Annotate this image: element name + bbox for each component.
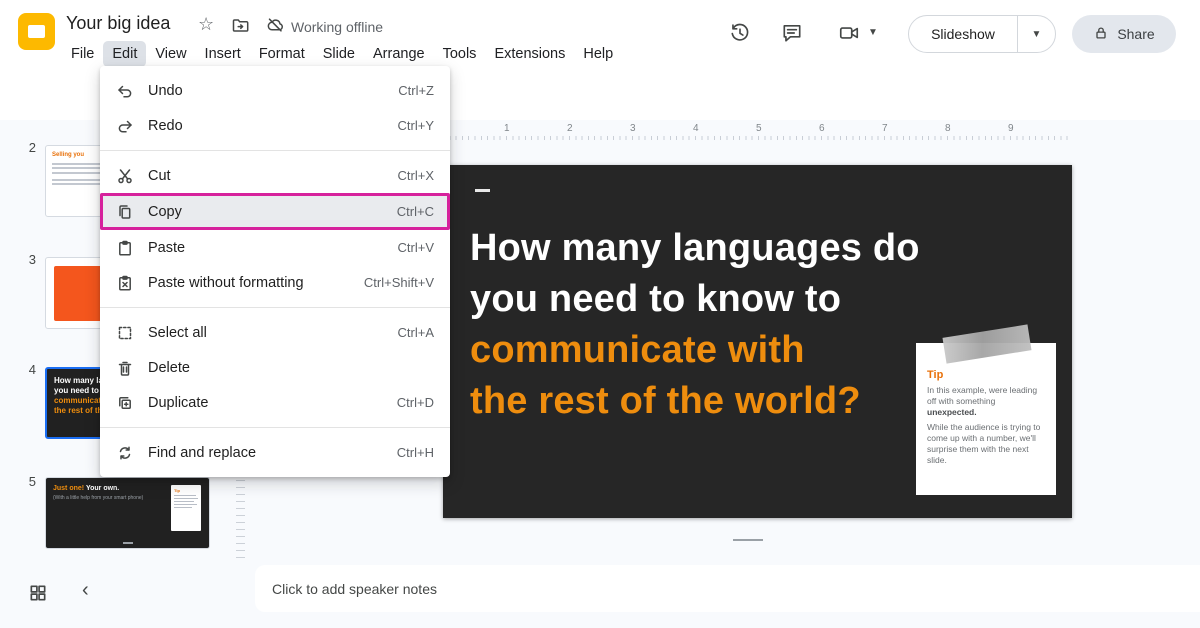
- ruler-number: 3: [630, 123, 636, 134]
- ruler-number: 2: [567, 123, 573, 134]
- ruler-number: 7: [882, 123, 888, 134]
- tip-title: Tip: [927, 369, 1045, 381]
- menu-item-undo[interactable]: Undo Ctrl+Z: [100, 73, 450, 108]
- menu-extensions[interactable]: Extensions: [485, 41, 574, 67]
- menu-format[interactable]: Format: [250, 41, 314, 67]
- menu-view[interactable]: View: [146, 41, 195, 67]
- menu-item-paste-without-formatting[interactable]: Paste without formatting Ctrl+Shift+V: [100, 265, 450, 300]
- ruler-number: 1: [504, 123, 510, 134]
- offline-status[interactable]: Working offline: [266, 16, 383, 37]
- undo-icon: [116, 82, 134, 100]
- slide-number: 2: [20, 140, 36, 155]
- slide-number: 4: [20, 362, 36, 377]
- slide-canvas[interactable]: How many languages do you need to know t…: [443, 165, 1072, 518]
- thumb5-tip-card: Tip: [171, 485, 201, 531]
- offline-label: Working offline: [291, 19, 383, 35]
- ruler-number: 9: [1008, 123, 1014, 134]
- star-icon[interactable]: ☆: [198, 14, 214, 35]
- slide-dash-placeholder: [475, 189, 490, 192]
- horizontal-ruler: 1 2 3 4 5 6 7 8 9: [443, 123, 1072, 140]
- heading-line: How many languages do: [470, 223, 920, 274]
- slide-heading[interactable]: How many languages do you need to know t…: [470, 223, 920, 427]
- menu-item-delete[interactable]: Delete: [100, 350, 450, 385]
- ruler-number: 8: [945, 123, 951, 134]
- paste-without-formatting-icon: [116, 274, 134, 292]
- heading-line: the rest of the world?: [470, 376, 920, 427]
- menu-item-paste[interactable]: Paste Ctrl+V: [100, 230, 450, 265]
- menu-item-duplicate[interactable]: Duplicate Ctrl+D: [100, 385, 450, 420]
- lock-icon: [1093, 25, 1109, 44]
- meet-camera-icon[interactable]: [838, 22, 860, 49]
- menu-tools[interactable]: Tools: [434, 41, 486, 67]
- menu-insert[interactable]: Insert: [196, 41, 250, 67]
- delete-icon: [116, 359, 134, 377]
- menu-edit[interactable]: Edit: [103, 41, 146, 67]
- slide-number: 5: [20, 474, 36, 489]
- menu-arrange[interactable]: Arrange: [364, 41, 434, 67]
- slideshow-button[interactable]: Slideshow: [909, 26, 1017, 42]
- slide-number: 3: [20, 252, 36, 267]
- menu-item-cut[interactable]: Cut Ctrl+X: [100, 158, 450, 193]
- move-folder-icon[interactable]: [231, 16, 249, 39]
- menu-item-copy-highlighted[interactable]: Copy Ctrl+C: [100, 193, 450, 230]
- menu-help[interactable]: Help: [574, 41, 622, 67]
- copy-icon: [116, 203, 134, 221]
- share-label: Share: [1117, 26, 1154, 42]
- heading-line: you need to know to: [470, 274, 920, 325]
- find-replace-icon: [116, 444, 134, 462]
- speaker-notes-placeholder: Click to add speaker notes: [272, 581, 437, 597]
- slide-thumbnail-5[interactable]: Just one! Your own. (With a little help …: [45, 477, 210, 549]
- menu-separator: [100, 427, 450, 428]
- menu-item-select-all[interactable]: Select all Ctrl+A: [100, 315, 450, 350]
- menu-separator: [100, 150, 450, 151]
- tip-paragraph-1: In this example, were leading off with s…: [927, 385, 1045, 418]
- heading-line: communicate with: [470, 325, 920, 376]
- tape-graphic: [942, 324, 1031, 363]
- menu-item-find-and-replace[interactable]: Find and replace Ctrl+H: [100, 435, 450, 470]
- slideshow-dropdown-caret[interactable]: ▼: [1017, 16, 1055, 52]
- menu-separator: [100, 307, 450, 308]
- camera-dropdown-caret-icon[interactable]: ▼: [868, 27, 878, 38]
- speaker-notes-bar[interactable]: Click to add speaker notes: [255, 565, 1200, 612]
- slides-logo-icon[interactable]: [18, 13, 55, 50]
- comments-icon[interactable]: [781, 22, 803, 49]
- menu-file[interactable]: File: [62, 41, 103, 67]
- document-title[interactable]: Your big idea: [66, 13, 170, 34]
- menu-item-redo[interactable]: Redo Ctrl+Y: [100, 108, 450, 143]
- grid-view-icon[interactable]: [28, 583, 48, 608]
- collapse-filmstrip-icon[interactable]: ‹: [82, 579, 89, 602]
- redo-icon: [116, 117, 134, 135]
- tip-paragraph-2: While the audience is trying to come up …: [927, 422, 1045, 466]
- share-button[interactable]: Share: [1072, 15, 1176, 53]
- ruler-number: 6: [819, 123, 825, 134]
- version-history-icon[interactable]: [729, 22, 751, 49]
- slideshow-split-button: Slideshow ▼: [908, 15, 1056, 53]
- paste-icon: [116, 239, 134, 257]
- ruler-number: 5: [756, 123, 762, 134]
- select-all-icon: [116, 324, 134, 342]
- cut-icon: [116, 167, 134, 185]
- tip-card[interactable]: Tip In this example, were leading off wi…: [916, 343, 1056, 495]
- google-slides-app: Your big idea ☆ Working offline File Edi…: [0, 0, 1200, 628]
- ruler-number: 4: [693, 123, 699, 134]
- cloud-off-icon: [266, 16, 284, 37]
- edit-dropdown-menu: Undo Ctrl+Z Redo Ctrl+Y Cut Ctrl+X Copy …: [100, 66, 450, 477]
- menu-slide[interactable]: Slide: [314, 41, 364, 67]
- canvas-bottom-dash: [733, 539, 763, 541]
- menu-bar: File Edit View Insert Format Slide Arran…: [62, 41, 622, 67]
- duplicate-icon: [116, 394, 134, 412]
